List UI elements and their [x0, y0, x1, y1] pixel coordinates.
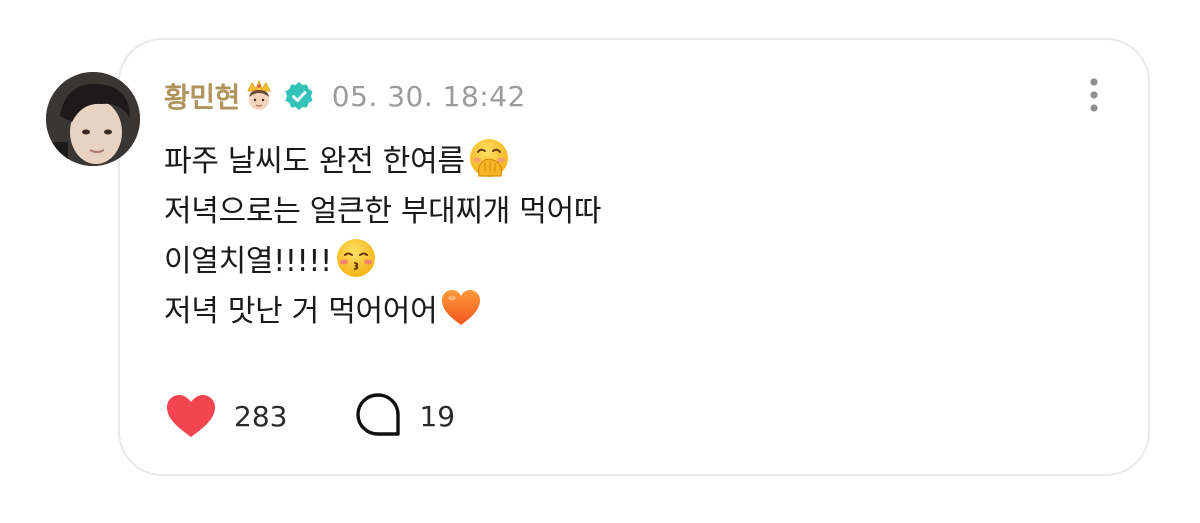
post-line-text: 파주 날씨도 완전 한여름 — [164, 144, 465, 179]
like-count: 283 — [234, 399, 288, 433]
post-line: 저녁 맛난 거 먹어어어 — [164, 283, 1064, 333]
post-body: 파주 날씨도 완전 한여름 저녁으로는 얼큰한 부대찌개 먹어따 이열치열!!!… — [164, 133, 1064, 333]
author-name[interactable]: 황민현 — [164, 76, 240, 116]
comment-bubble-icon — [356, 393, 401, 436]
more-vertical-icon[interactable] — [1082, 76, 1106, 116]
orange-heart-emoji — [442, 290, 481, 325]
post-header: 황민현 05. 30. 18:42 — [164, 76, 526, 116]
comment-button[interactable]: 19 — [353, 391, 455, 441]
post-line-text: 이열치열!!!!! — [164, 244, 332, 279]
avatar[interactable] — [46, 72, 140, 166]
comment-count: 19 — [419, 399, 456, 433]
post-line: 이열치열!!!!! — [164, 233, 1064, 283]
post-line: 파주 날씨도 완전 한여름 — [164, 133, 1064, 183]
post-line-text: 저녁으로는 얼큰한 부대찌개 먹어따 — [164, 194, 602, 229]
post-actions: 283 19 — [164, 390, 455, 442]
heart-icon — [167, 395, 215, 437]
kissing-face-with-closed-eyes-emoji — [336, 239, 375, 277]
prince-crown-emoji — [246, 79, 271, 110]
verified-badge-icon — [285, 82, 313, 110]
face-with-hand-over-mouth-emoji — [469, 139, 508, 177]
post-timestamp: 05. 30. 18:42 — [331, 79, 526, 113]
post-line-text: 저녁 맛난 거 먹어어어 — [164, 294, 438, 329]
post-line: 저녁으로는 얼큰한 부대찌개 먹어따 — [164, 183, 1064, 233]
like-button[interactable]: 283 — [164, 392, 287, 440]
